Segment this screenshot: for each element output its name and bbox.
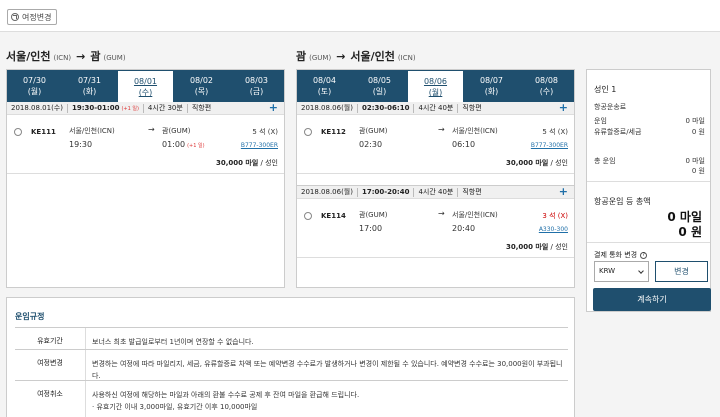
arrow-right-icon: → [148,125,155,134]
flight-select-radio[interactable] [14,128,22,136]
help-icon[interactable]: ? [640,251,648,259]
expand-plus-icon[interactable]: + [559,186,568,198]
arrival-info: 서울/인천(ICN) 06:10 [452,127,498,149]
top-bar: 여정변경 [0,0,720,32]
arrival-info: 괌(GUM) 01:00 (+1 일) [162,127,205,149]
refresh-icon [11,13,19,21]
aircraft-link[interactable]: B777-300ER [531,139,568,152]
date-tab[interactable]: 08/07 (화) [464,70,519,102]
date-tab[interactable]: 07/31 (화) [62,70,117,102]
currency-select[interactable]: KRW [594,261,649,282]
flight-price: 30,000 마일 / 성인 [505,159,568,167]
flight-number: KE112 [321,128,346,136]
aircraft-link[interactable]: B777-300ER [241,139,278,152]
flight-price: 30,000 마일 / 성인 [505,243,568,251]
date-tab[interactable]: 07/30 (월) [7,70,62,102]
flight-header: 2018.08.01(수) 19:30-01:00 (+1 일) 4시간 30분 … [7,102,284,115]
chevron-down-icon [638,268,644,274]
expand-plus-icon[interactable]: + [269,102,278,114]
outbound-date-tabs: 07/30 (월) 07/31 (화) 08/01 (수) 08/02 (목) 08/0… [7,70,284,102]
flight-number: KE114 [321,212,346,220]
date-tab[interactable]: 08/03 (금) [229,70,284,102]
passenger-title: 성인 1 [594,85,617,94]
fare-rules-title: 운임규정 [15,312,45,321]
seat-info: 5 석 (X) B777-300ER [531,126,568,152]
rule-row: 여정취소 사용하신 여정에 해당하는 마일과 아래의 환불 수수료 공제 후 잔… [15,380,568,417]
grand-total-label: 항공운임 등 총액 [594,197,651,206]
flight-select-radio[interactable] [304,128,312,136]
expand-plus-icon[interactable]: + [559,102,568,114]
date-tab[interactable]: 08/02 (목) [174,70,229,102]
arrow-right-icon: → [76,50,86,63]
outbound-journey-panel: 07/30 (월) 07/31 (화) 08/01 (수) 08/02 (목) 08/0… [6,69,285,288]
arrival-info: 서울/인천(ICN) 20:40 [452,211,498,233]
flight-item: 2018.08.06(월) 17:00-20:40 4시간 40분 직항편 + … [297,185,574,258]
aircraft-link[interactable]: A330-300 [539,223,568,236]
departure-info: 괌(GUM) 17:00 [359,211,388,233]
flight-price: 30,000 마일 / 성인 [215,159,278,167]
seat-info: 5 석 (X) B777-300ER [241,126,278,152]
flight-header: 2018.08.06(월) 02:30-06:10 4시간 40분 직항편 + [297,102,574,115]
date-tab[interactable]: 08/08 (수) [519,70,574,102]
total-fare-row: 총 운임 0 마일 0 원 [594,157,705,175]
flight-header: 2018.08.06(월) 17:00-20:40 4시간 40분 직항편 + [297,186,574,199]
arrow-right-icon: → [438,125,445,134]
date-tab[interactable]: 08/05 (일) [352,70,407,102]
arrow-right-icon: → [438,209,445,218]
flight-number: KE111 [31,128,56,136]
fare-row: 운임 0 마일 [594,117,705,125]
inbound-route-title: 괌 (GUM) → 서울/인천 (ICN) [296,50,416,63]
rule-row: 여정변경 변경하는 여정에 따라 마일리지, 세금, 유류할증료 차액 또는 예… [15,349,568,380]
date-tab-selected[interactable]: 08/06 (월) [407,70,464,102]
grand-total-won: 0 원 [678,225,702,239]
currency-change-label: 결제 통화 변경? [594,250,648,260]
inbound-date-tabs: 08/04 (토) 08/05 (일) 08/06 (월) 08/07 (화) 08/0… [297,70,574,102]
inbound-journey-panel: 08/04 (토) 08/05 (일) 08/06 (월) 08/07 (화) 08/0… [296,69,575,288]
outbound-route-title: 서울/인천 (ICN) → 괌 (GUM) [6,50,126,63]
departure-info: 괌(GUM) 02:30 [359,127,388,149]
rule-row: 유효기간 보너스 최초 발급일로부터 1년이며 연장할 수 없습니다. [15,327,568,349]
date-tab[interactable]: 08/04 (토) [297,70,352,102]
change-itinerary-button[interactable]: 여정변경 [7,9,58,25]
continue-button[interactable]: 계속하기 [593,288,711,311]
date-tab-selected[interactable]: 08/01 (수) [117,70,174,102]
fuel-tax-row: 유류할증료/세금 0 원 [594,128,705,136]
departure-info: 서울/인천(ICN) 19:30 [69,127,115,149]
arrow-right-icon: → [336,50,346,63]
seat-info: 3 석 (X) A330-300 [539,210,568,236]
flight-select-radio[interactable] [304,212,312,220]
air-transport-fee-label: 항공운송료 [594,103,627,111]
flight-item: 2018.08.06(월) 02:30-06:10 4시간 40분 직항편 + … [297,102,574,174]
fare-rules-panel: 운임규정 유효기간 보너스 최초 발급일로부터 1년이며 연장할 수 없습니다.… [6,297,575,417]
fare-summary-panel: 성인 1 항공운송료 운임 0 마일 유류할증료/세금 0 원 총 운임 0 마일 0 … [586,69,711,312]
currency-change-button[interactable]: 변경 [655,261,708,282]
flight-item: 2018.08.01(수) 19:30-01:00 (+1 일) 4시간 30분 … [7,102,284,174]
